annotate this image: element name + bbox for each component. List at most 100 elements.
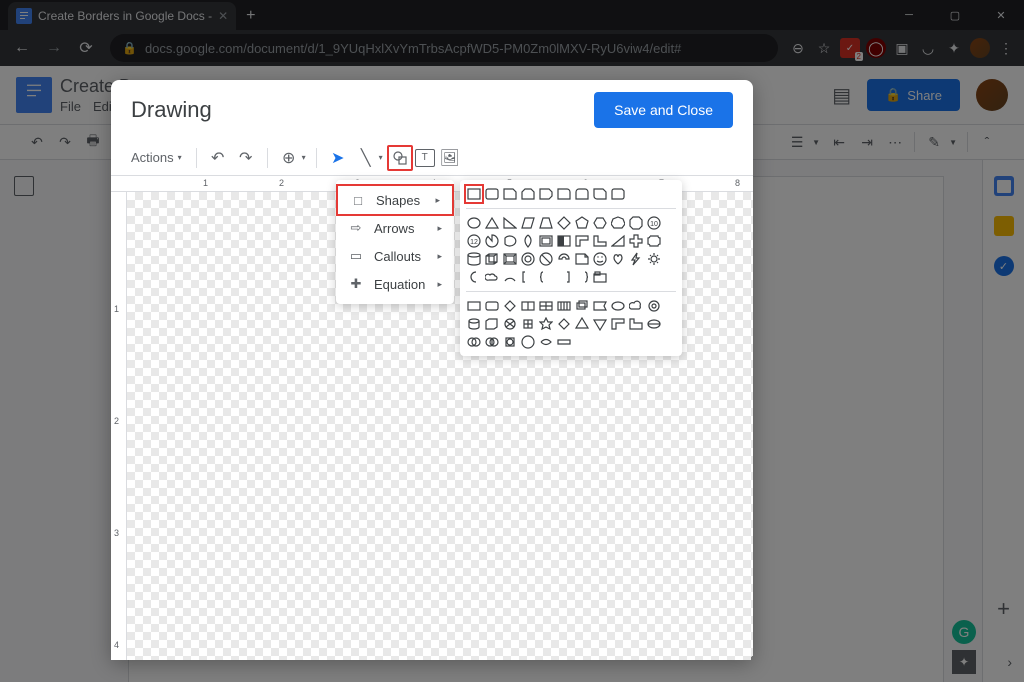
shape-pent[interactable]: [574, 215, 590, 231]
shape-tri[interactable]: [484, 215, 500, 231]
shape-brack[interactable]: [520, 269, 536, 285]
shape-block[interactable]: [556, 251, 572, 267]
shape-oct[interactable]: [628, 215, 644, 231]
shape-s4[interactable]: [520, 298, 536, 314]
equation-icon: ✚: [348, 276, 364, 292]
shape-s6[interactable]: [556, 298, 572, 314]
submenu-arrow-icon: ▸: [437, 251, 442, 262]
shape-s20[interactable]: [610, 316, 626, 332]
dropdown-arrow-icon[interactable]: ▾: [379, 153, 383, 162]
shape-can[interactable]: [466, 251, 482, 267]
shape-frame[interactable]: [538, 233, 554, 249]
shape-round1[interactable]: [556, 186, 572, 202]
shape-s19[interactable]: [592, 316, 608, 332]
shape-menu-equation[interactable]: ✚Equation▸: [336, 270, 454, 298]
shape-s5[interactable]: [538, 298, 554, 314]
shape-moon[interactable]: [466, 269, 482, 285]
shape-s25[interactable]: [502, 334, 518, 350]
shape-s3[interactable]: [502, 298, 518, 314]
shape-s1[interactable]: [466, 298, 482, 314]
actions-menu[interactable]: Actions▾: [123, 150, 188, 165]
shape-para[interactable]: [520, 215, 536, 231]
shape-s16[interactable]: [538, 316, 554, 332]
shape-half[interactable]: [556, 233, 572, 249]
shape-dodec[interactable]: 12: [466, 233, 482, 249]
shape-smiley[interactable]: [592, 251, 608, 267]
shape-fold[interactable]: [574, 251, 590, 267]
shape-s22[interactable]: [646, 316, 662, 332]
shape-rects[interactable]: [610, 186, 626, 202]
shape-s13[interactable]: [484, 316, 500, 332]
shape-rrect[interactable]: [484, 186, 500, 202]
shape-brace[interactable]: [538, 269, 554, 285]
textbox-tool[interactable]: T: [415, 149, 435, 167]
shape-s26[interactable]: [520, 334, 536, 350]
zoom-button[interactable]: ⊕: [276, 145, 302, 171]
shape-snipd[interactable]: [538, 186, 554, 202]
save-and-close-button[interactable]: Save and Close: [594, 92, 733, 128]
shape-menu-arrows[interactable]: ⇨Arrows▸: [336, 214, 454, 242]
shape-sun[interactable]: [646, 251, 662, 267]
dropdown-arrow-icon[interactable]: ▾: [302, 153, 306, 162]
line-tool[interactable]: ╲: [353, 145, 379, 171]
shape-plaque[interactable]: [646, 233, 662, 249]
shape-menu-callouts[interactable]: ▭Callouts▸: [336, 242, 454, 270]
shape-s15[interactable]: [520, 316, 536, 332]
shape-s24[interactable]: [484, 334, 500, 350]
undo-button[interactable]: ↶: [205, 145, 231, 171]
shape-nosym[interactable]: [538, 251, 554, 267]
shape-s18[interactable]: [574, 316, 590, 332]
shape-tear[interactable]: [520, 233, 536, 249]
shape-s9[interactable]: [610, 298, 626, 314]
shape-s11[interactable]: [646, 298, 662, 314]
separator: [466, 291, 676, 292]
shape-s14[interactable]: [502, 316, 518, 332]
shape-s10[interactable]: [628, 298, 644, 314]
shape-heart[interactable]: [610, 251, 626, 267]
shape-corner[interactable]: [574, 233, 590, 249]
shape-diag[interactable]: [610, 233, 626, 249]
redo-button[interactable]: ↷: [233, 145, 259, 171]
shape-cross[interactable]: [628, 233, 644, 249]
shape-s7[interactable]: [574, 298, 590, 314]
shape-diamond[interactable]: [556, 215, 572, 231]
shape-snip1[interactable]: [502, 186, 518, 202]
shape-snip2[interactable]: [520, 186, 536, 202]
shape-cloud[interactable]: [484, 269, 500, 285]
shape-tab[interactable]: [592, 269, 608, 285]
shape-s23[interactable]: [466, 334, 482, 350]
shape-rtri[interactable]: [502, 215, 518, 231]
shape-dec[interactable]: 10: [646, 215, 662, 231]
shape-rounds[interactable]: [592, 186, 608, 202]
shape-s12[interactable]: [466, 316, 482, 332]
shape-s8[interactable]: [592, 298, 608, 314]
shape-cube[interactable]: [484, 251, 500, 267]
ruler-mark: 1: [114, 304, 119, 314]
vertical-ruler[interactable]: 1234: [111, 192, 127, 660]
shape-menu-shapes[interactable]: □Shapes▸: [336, 184, 454, 216]
shape-pie[interactable]: [484, 233, 500, 249]
shape-hept[interactable]: [610, 215, 626, 231]
shape-s28[interactable]: [556, 334, 572, 350]
shape-hex[interactable]: [592, 215, 608, 231]
shape-s17[interactable]: [556, 316, 572, 332]
ruler-mark: 1: [203, 178, 208, 188]
shape-tool[interactable]: [387, 145, 413, 171]
select-tool[interactable]: ➤: [325, 145, 351, 171]
shape-s2[interactable]: [484, 298, 500, 314]
shape-round2[interactable]: [574, 186, 590, 202]
shape-chord[interactable]: [502, 233, 518, 249]
shape-circle[interactable]: [466, 215, 482, 231]
shape-s27[interactable]: [538, 334, 554, 350]
shape-brack2[interactable]: [556, 269, 572, 285]
shape-arc[interactable]: [502, 269, 518, 285]
shape-bevel[interactable]: [502, 251, 518, 267]
shape-trap[interactable]: [538, 215, 554, 231]
shape-rect[interactable]: [464, 184, 484, 204]
shape-donut[interactable]: [520, 251, 536, 267]
shape-lshape[interactable]: [592, 233, 608, 249]
shape-brace2[interactable]: [574, 269, 590, 285]
shape-s21[interactable]: [628, 316, 644, 332]
shape-bolt[interactable]: [628, 251, 644, 267]
image-tool[interactable]: 🖼: [437, 145, 463, 171]
